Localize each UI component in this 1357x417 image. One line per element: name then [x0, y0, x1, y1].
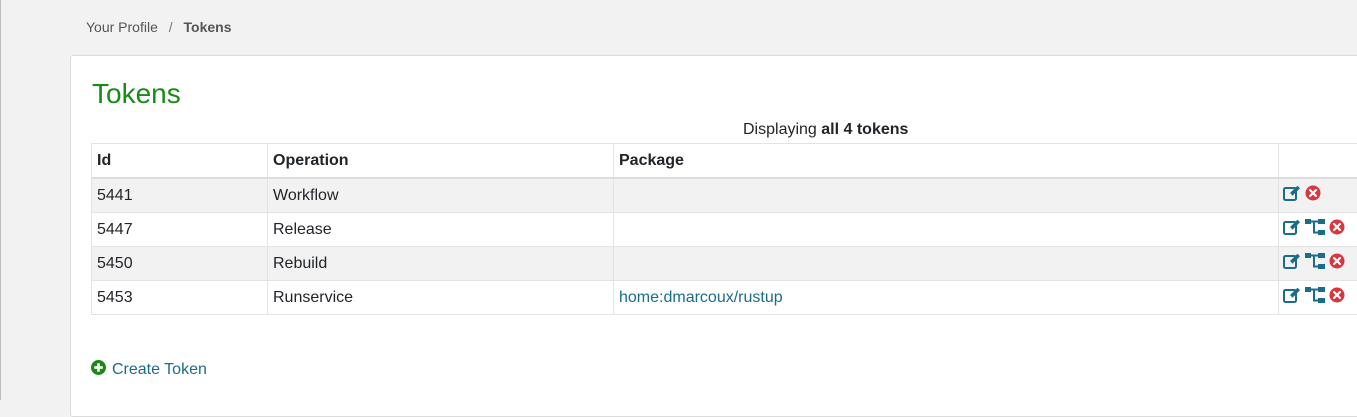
table-row: 5447Release [92, 213, 1357, 247]
tokens-table: Id Operation Package 5441Workflow5447Rel… [91, 143, 1357, 315]
package-link[interactable]: home:dmarcoux/rustup [619, 289, 783, 306]
breadcrumb-item-your-profile[interactable]: Your Profile [86, 19, 158, 35]
edit-icon[interactable] [1283, 185, 1301, 207]
delete-icon[interactable] [1329, 219, 1345, 240]
delete-icon[interactable] [1329, 287, 1345, 308]
tokens-card: Tokens Displaying all 4 tokens Id Operat… [70, 55, 1357, 417]
summary-prefix: Displaying [743, 121, 817, 138]
column-header-package[interactable]: Package [614, 144, 1279, 179]
token-actions-cell [1279, 247, 1357, 281]
edit-icon[interactable] [1283, 287, 1301, 309]
table-row: 5453Runservice home:dmarcoux/rustup [92, 281, 1357, 315]
token-operation-cell: Runservice [268, 281, 614, 315]
delete-icon[interactable] [1329, 253, 1345, 274]
token-operation-cell: Workflow [268, 178, 614, 213]
table-header-row: Id Operation Package [92, 144, 1357, 179]
token-id-cell: 5450 [92, 247, 268, 281]
breadcrumb-separator: / [169, 19, 173, 35]
token-package-cell [614, 247, 1279, 281]
token-package-cell [614, 213, 1279, 247]
sitemap-icon[interactable] [1305, 287, 1325, 309]
edit-icon[interactable] [1283, 219, 1301, 241]
token-package-cell [614, 178, 1279, 213]
token-id-cell: 5453 [92, 281, 268, 315]
sitemap-icon[interactable] [1305, 253, 1325, 275]
token-actions-cell [1279, 281, 1357, 315]
token-actions-cell [1279, 178, 1357, 213]
create-token-label[interactable]: Create Token [112, 361, 207, 379]
token-id-cell: 5447 [92, 213, 268, 247]
token-operation-cell: Rebuild [268, 247, 614, 281]
column-header-actions [1279, 144, 1357, 179]
token-actions-cell [1279, 213, 1357, 247]
table-row: 5450Rebuild [92, 247, 1357, 281]
column-header-operation[interactable]: Operation [268, 144, 614, 179]
breadcrumb-item-tokens: Tokens [184, 19, 232, 35]
page-title: Tokens [92, 78, 181, 110]
edit-icon[interactable] [1283, 253, 1301, 275]
table-body: 5441Workflow5447Release5450Rebuild5453Ru… [92, 178, 1357, 315]
token-id-cell: 5441 [92, 178, 268, 213]
breadcrumb: Your Profile / Tokens [86, 19, 232, 35]
plus-circle-icon [91, 360, 106, 380]
summary-emphasis: all 4 tokens [821, 121, 908, 138]
delete-icon[interactable] [1305, 185, 1321, 206]
token-package-cell: home:dmarcoux/rustup [614, 281, 1279, 315]
token-count-summary: Displaying all 4 tokens [743, 121, 908, 139]
create-token-link[interactable]: Create Token [91, 360, 207, 380]
token-operation-cell: Release [268, 213, 614, 247]
column-header-id[interactable]: Id [92, 144, 268, 179]
window-edge [0, 0, 1, 400]
table-row: 5441Workflow [92, 178, 1357, 213]
sitemap-icon[interactable] [1305, 219, 1325, 241]
